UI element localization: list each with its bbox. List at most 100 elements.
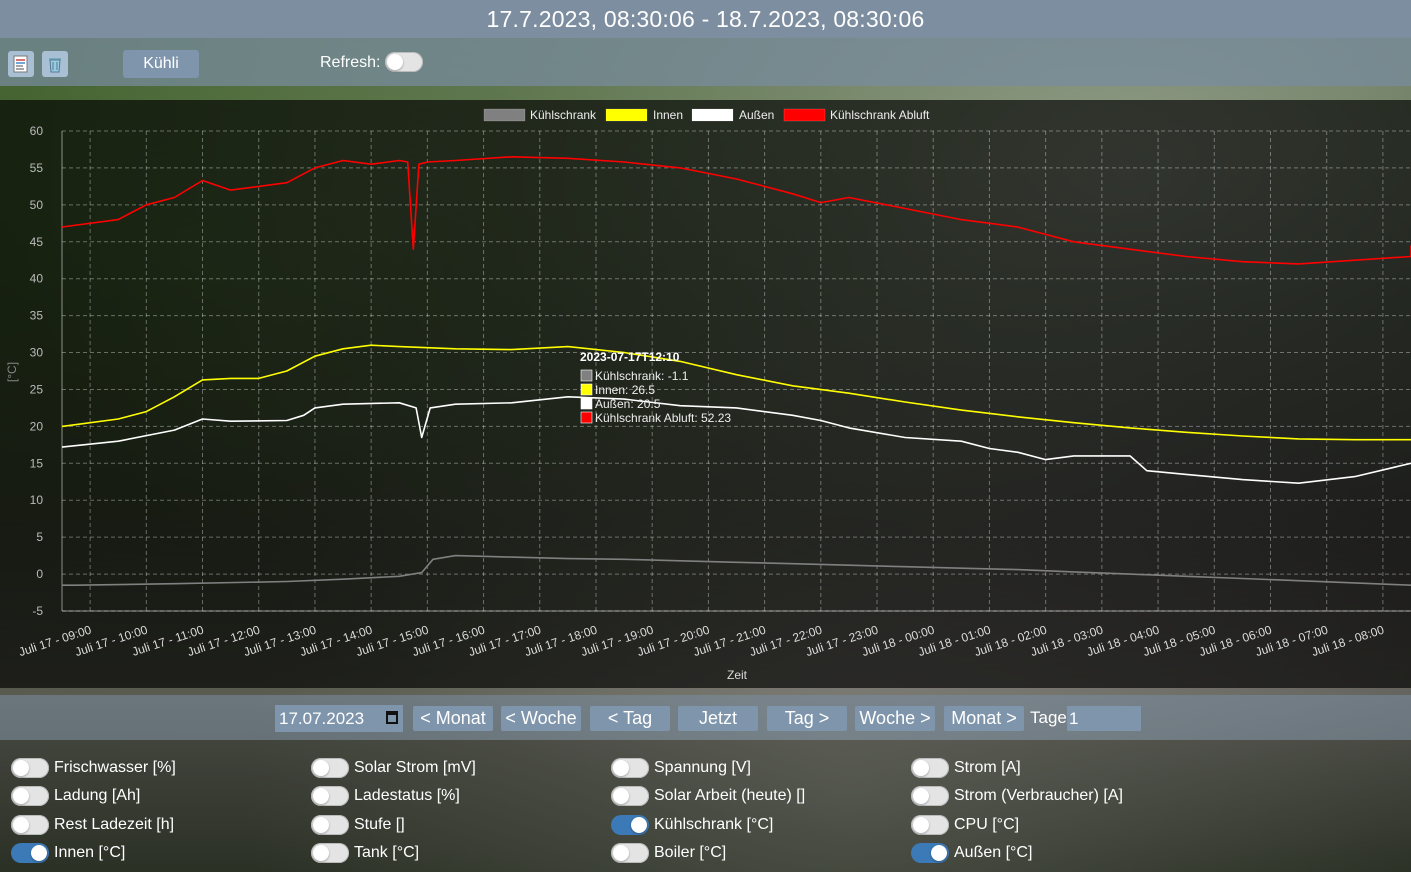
toggle-label: Rest Ladezeit [h] [54, 816, 175, 833]
toggle-switch[interactable] [11, 843, 49, 863]
page-title: 17.7.2023, 08:30:06 - 18.7.2023, 08:30:0… [0, 0, 1411, 38]
toggle-row[interactable]: Außen [°C] [911, 843, 1032, 863]
toggle-label: Ladestatus [%] [354, 787, 460, 804]
prev-month-button[interactable]: < Monat [413, 706, 493, 731]
toggle-label: Boiler [°C] [654, 844, 727, 861]
toggle-row[interactable]: Strom [A] [911, 758, 1021, 778]
tooltip-swatch [580, 411, 593, 424]
series-line-k-hlschrank-abluft [61, 156, 1411, 265]
toggle-row[interactable]: Tank [°C] [311, 843, 419, 863]
tooltip-item: Kühlschrank Abluft: 52.23 [595, 411, 731, 425]
y-axis-label: [°C] [5, 362, 19, 382]
kuehli-button[interactable]: Kühli [123, 50, 199, 78]
y-tick-label: 0 [36, 567, 43, 581]
prev-week-button[interactable]: < Woche [501, 706, 581, 731]
y-tick-label: 5 [36, 530, 43, 544]
tooltip-swatch [580, 383, 593, 396]
y-tick-label: 25 [30, 382, 44, 396]
toggle-label: Stufe [] [354, 816, 405, 833]
toggle-switch[interactable] [611, 758, 649, 778]
toggle-row[interactable]: Ladung [Ah] [11, 786, 140, 806]
toggle-label: Innen [°C] [54, 844, 126, 861]
toggle-label: Solar Strom [mV] [354, 759, 476, 776]
toggle-row[interactable]: Ladestatus [%] [311, 786, 460, 806]
tooltip-swatch [580, 369, 593, 382]
toggle-label: Frischwasser [%] [54, 759, 176, 776]
refresh-toggle[interactable] [385, 52, 423, 72]
toggle-row[interactable]: Spannung [V] [611, 758, 751, 778]
tooltip-item: Innen: 26.5 [595, 383, 655, 397]
toggle-switch[interactable] [11, 815, 49, 835]
toggle-label: Kühlschrank [°C] [654, 816, 774, 833]
series-line-au-en [61, 396, 1411, 484]
legend-label: Außen [739, 108, 774, 122]
series-line-k-hlschrank [62, 554, 1411, 586]
prev-day-button[interactable]: < Tag [590, 706, 670, 731]
date-value: 17.07.2023 [279, 709, 365, 728]
tage-input[interactable]: 1 [1067, 706, 1141, 731]
toggle-switch[interactable] [911, 786, 949, 806]
toggle-row[interactable]: Kühlschrank [°C] [611, 815, 773, 835]
tooltip-item: Außen: 20.5 [595, 397, 661, 411]
toggle-label: Außen [°C] [954, 844, 1033, 861]
toggle-label: Solar Arbeit (heute) [] [654, 787, 806, 804]
date-navigation: 17.07.2023 < Monat < Woche < Tag Jetzt T… [0, 695, 1411, 740]
toggle-row[interactable]: CPU [°C] [911, 815, 1019, 835]
legend-swatch [783, 108, 826, 122]
x-axis-label: Zeit [727, 668, 748, 682]
toggle-switch[interactable] [911, 758, 949, 778]
toggle-row[interactable]: Rest Ladezeit [h] [11, 815, 174, 835]
y-tick-label: 60 [30, 124, 44, 138]
tooltip-swatch [580, 397, 593, 410]
y-tick-label: 35 [30, 309, 44, 323]
toggle-switch[interactable] [611, 786, 649, 806]
toggle-switch[interactable] [911, 815, 949, 835]
toggle-switch[interactable] [11, 758, 49, 778]
toggle-label: Tank [°C] [354, 844, 420, 861]
document-icon[interactable] [8, 51, 34, 77]
y-tick-label: 20 [30, 419, 44, 433]
toggle-label: CPU [°C] [954, 816, 1020, 833]
next-day-button[interactable]: Tag > [767, 706, 847, 731]
legend-swatch [691, 108, 734, 122]
chart-svg: 605550454035302520151050-5Juli 17 - 09:0… [5, 108, 1411, 682]
legend-label: Innen [653, 108, 683, 122]
legend-swatch [605, 108, 648, 122]
toggle-label: Strom [A] [954, 759, 1021, 776]
trash-icon[interactable] [42, 51, 68, 77]
date-input[interactable]: 17.07.2023 [275, 705, 403, 732]
toggle-switch[interactable] [911, 843, 949, 863]
y-tick-label: 10 [30, 493, 44, 507]
toggle-switch[interactable] [311, 786, 349, 806]
y-tick-label: -5 [32, 604, 43, 618]
toggle-row[interactable]: Boiler [°C] [611, 843, 726, 863]
toggle-switch[interactable] [611, 843, 649, 863]
now-button[interactable]: Jetzt [678, 706, 758, 731]
toggle-row[interactable]: Solar Strom [mV] [311, 758, 476, 778]
tage-label: Tage [1030, 708, 1067, 727]
toggle-switch[interactable] [311, 815, 349, 835]
toggle-label: Strom (Verbraucher) [A] [954, 787, 1123, 804]
temperature-chart: 60 55 50 45 40 35 30 25 20 15 10 5 0 -5 Juli 17 - 09:0… [0, 100, 1411, 688]
next-week-button[interactable]: Woche > [855, 706, 935, 731]
toggle-label: Spannung [V] [654, 759, 751, 776]
calendar-icon[interactable] [386, 711, 398, 724]
toggle-switch[interactable] [611, 815, 649, 835]
tooltip-item: Kühlschrank: -1.1 [595, 369, 689, 383]
toggle-switch[interactable] [311, 843, 349, 863]
legend-swatch [483, 108, 526, 122]
toggle-row[interactable]: Frischwasser [%] [11, 758, 176, 778]
toggle-row[interactable]: Solar Arbeit (heute) [] [611, 786, 805, 806]
legend-label: Kühlschrank [530, 108, 597, 122]
toggle-row[interactable]: Strom (Verbraucher) [A] [911, 786, 1123, 806]
y-tick-label: 15 [30, 456, 44, 470]
toggle-switch[interactable] [311, 758, 349, 778]
next-month-button[interactable]: Monat > [944, 706, 1024, 731]
toggle-row[interactable]: Innen [°C] [11, 843, 125, 863]
toggle-row[interactable]: Stufe [] [311, 815, 405, 835]
y-tick-label: 30 [30, 346, 44, 360]
y-tick-label: 40 [30, 272, 44, 286]
refresh-label: Refresh: [320, 54, 381, 71]
series-toggles: Frischwasser [%] Solar Strom [mV] Spannu… [0, 740, 1411, 872]
toggle-switch[interactable] [11, 786, 49, 806]
